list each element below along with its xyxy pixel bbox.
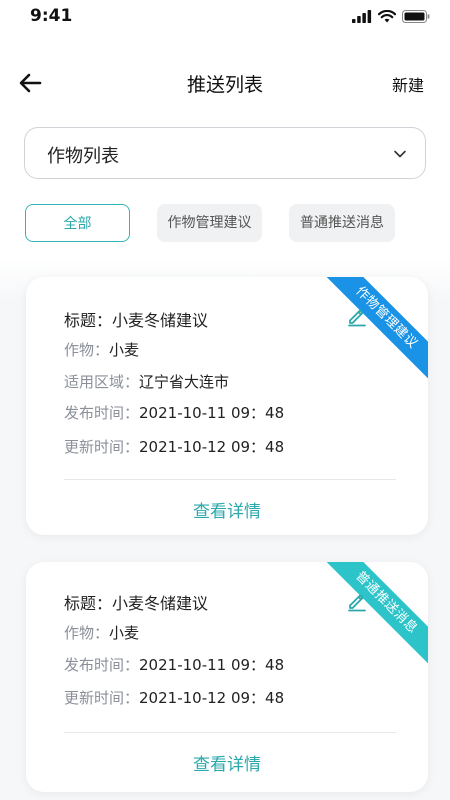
push-card: 普通推送消息 标题：小麦冬储建议 作物：小麦 发布时间：2021-10-11 0…: [26, 562, 428, 792]
card-title-row: 标题：小麦冬储建议: [64, 307, 208, 331]
card-update-row: 更新时间：2021-10-12 09：48: [64, 436, 284, 457]
wifi-icon: [378, 10, 396, 23]
card-crop-row: 作物：小麦: [64, 339, 139, 360]
push-list-screen: 9:41 推送列表 新建 作物列表 全部 作物管理建议 普通推送消息 作物管理建…: [0, 0, 450, 800]
pencil-icon[interactable]: [346, 590, 368, 612]
card-title-row: 标题：小麦冬储建议: [64, 590, 208, 614]
filter-normal-message[interactable]: 普通推送消息: [289, 204, 395, 242]
update-time-label: 更新时间：: [64, 438, 140, 456]
status-icons: [352, 10, 430, 23]
crop-list-dropdown-value: 作物列表: [47, 146, 119, 167]
push-card: 作物管理建议 标题：小麦冬储建议 作物：小麦 适用区域：辽宁省大连市 发布时间：…: [26, 277, 428, 535]
nav-bar: 推送列表 新建: [0, 60, 450, 106]
card-divider: [64, 479, 396, 480]
card-title: 小麦冬储建议: [112, 594, 209, 613]
title-label: 标题：: [64, 594, 113, 613]
update-time-label: 更新时间：: [64, 689, 140, 707]
publish-time-label: 发布时间：: [64, 404, 140, 422]
publish-time-label: 发布时间：: [64, 656, 140, 674]
filter-all[interactable]: 全部: [25, 204, 130, 242]
card-publish-time: 2021-10-11 09：48: [139, 404, 285, 422]
filter-tabs: 全部 作物管理建议 普通推送消息: [24, 204, 426, 244]
card-crop: 小麦: [109, 341, 140, 359]
card-crop: 小麦: [109, 624, 140, 642]
card-publish-row: 发布时间：2021-10-11 09：48: [64, 402, 284, 423]
card-divider: [64, 732, 396, 733]
status-time: 9:41: [30, 6, 73, 26]
card-publish-row: 发布时间：2021-10-11 09：48: [64, 654, 284, 675]
card-update-time: 2021-10-12 09：48: [139, 689, 285, 707]
page-title: 推送列表: [186, 74, 263, 96]
crop-list-dropdown[interactable]: 作物列表: [24, 127, 426, 179]
card-update-row: 更新时间：2021-10-12 09：48: [64, 687, 284, 708]
card-region-row: 适用区域：辽宁省大连市: [64, 371, 229, 392]
title-label: 标题：: [64, 311, 113, 330]
card-tag-ribbon: 普通推送消息: [314, 562, 428, 675]
view-detail-link[interactable]: 查看详情: [26, 497, 428, 522]
crop-label: 作物：: [64, 624, 110, 642]
card-crop-row: 作物：小麦: [64, 622, 139, 643]
card-publish-time: 2021-10-11 09：48: [139, 656, 285, 674]
region-label: 适用区域：: [64, 373, 140, 391]
card-region: 辽宁省大连市: [139, 373, 230, 391]
battery-icon: [402, 10, 430, 23]
card-title: 小麦冬储建议: [112, 311, 209, 330]
pencil-icon[interactable]: [346, 305, 368, 327]
crop-label: 作物：: [64, 341, 110, 359]
chevron-down-icon: [394, 150, 406, 158]
status-bar: 9:41: [0, 0, 450, 32]
new-button[interactable]: 新建: [392, 72, 424, 96]
card-update-time: 2021-10-12 09：48: [139, 438, 285, 456]
filter-crop-advice[interactable]: 作物管理建议: [157, 204, 262, 242]
signal-icon: [352, 10, 372, 23]
card-tag-ribbon: 作物管理建议: [314, 277, 428, 390]
view-detail-link[interactable]: 查看详情: [26, 750, 428, 775]
